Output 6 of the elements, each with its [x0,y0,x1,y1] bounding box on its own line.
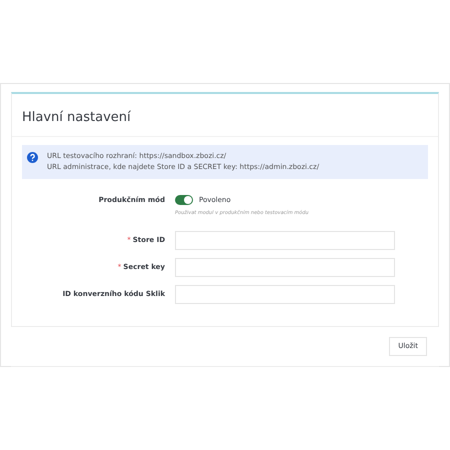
help-icon [27,152,38,163]
text-field[interactable] [175,285,395,304]
toggle-switch[interactable] [175,195,193,206]
text-field[interactable] [175,258,395,277]
panel-title: Hlavní nastavení [22,110,131,125]
text-field[interactable] [175,231,395,250]
